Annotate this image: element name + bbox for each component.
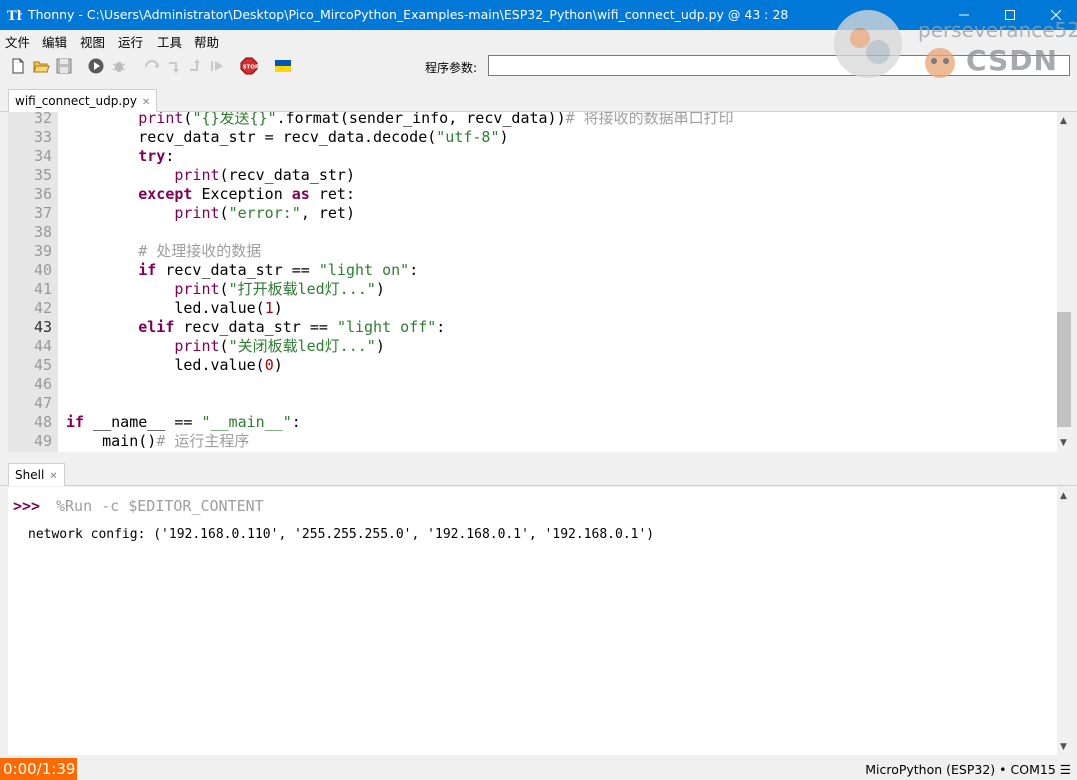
line-number: 48: [33, 413, 52, 431]
scroll-down-icon[interactable]: ▼: [1060, 742, 1067, 752]
minimize-button[interactable]: [941, 0, 987, 30]
tab-shell[interactable]: Shell ✕: [8, 463, 65, 486]
menu-view[interactable]: 视图: [80, 32, 105, 51]
line-number: 40: [33, 261, 52, 279]
minimize-icon: [959, 14, 969, 16]
maximize-icon: [1005, 10, 1015, 20]
code-line: if recv_data_str == "light on":: [138, 261, 419, 279]
program-args-label: 程序参数:: [425, 61, 478, 75]
interpreter-status[interactable]: MicroPython (ESP32) • COM15 ☰: [865, 762, 1071, 777]
line-number: 32: [33, 112, 52, 127]
code-line: led.value(0): [66, 356, 283, 374]
menu-run[interactable]: 运行: [118, 32, 143, 51]
port-label[interactable]: COM15: [1011, 762, 1056, 777]
line-number-gutter: 32 33 34 35 36 37 38 39 40 41 42 43 44 4…: [8, 112, 58, 452]
recording-timer: 0:00/1:39: [0, 758, 77, 780]
menu-edit[interactable]: 编辑: [42, 32, 67, 51]
menu-bar: 文件 编辑 视图 运行 工具 帮助: [0, 30, 1077, 50]
code-line: print(recv_data_str): [174, 166, 355, 184]
code-line: main()# 运行主程序: [66, 432, 250, 450]
tab-label: Shell: [15, 468, 45, 482]
window-title: Thonny - C:\Users\Administrator\Desktop\…: [28, 7, 789, 22]
shell-console[interactable]: >>> %Run -c $EDITOR_CONTENT network conf…: [8, 487, 1057, 755]
code-line: led.value(1): [66, 299, 283, 317]
hamburger-menu-icon[interactable]: ☰: [1060, 762, 1071, 777]
line-number: 44: [33, 337, 52, 355]
menu-file[interactable]: 文件: [5, 32, 30, 51]
line-number: 47: [33, 394, 52, 412]
menu-tools[interactable]: 工具: [157, 32, 182, 51]
program-args-input[interactable]: [488, 55, 1070, 76]
code-editor[interactable]: 32 33 34 35 36 37 38 39 40 41 42 43 44 4…: [8, 112, 1057, 452]
scroll-up-icon[interactable]: ▲: [1060, 116, 1067, 126]
code-line: elif recv_data_str == "light off":: [138, 318, 446, 336]
tab-wifi-connect-udp[interactable]: wifi_connect_udp.py ✕: [8, 89, 158, 112]
code-line: # 处理接收的数据: [138, 242, 262, 260]
code-line: try:: [138, 147, 175, 165]
tab-close-icon[interactable]: ✕: [142, 97, 150, 108]
run-icon[interactable]: [87, 57, 105, 75]
line-number: 42: [33, 299, 52, 317]
line-number: 33: [33, 128, 52, 146]
step-over-icon[interactable]: [143, 57, 161, 75]
code-line: print("打开板载led灯..."): [174, 280, 385, 298]
save-icon[interactable]: [55, 57, 73, 75]
debug-icon[interactable]: [110, 57, 128, 75]
status-bar: 0:00/1:39 MicroPython (ESP32) • COM15 ☰: [0, 758, 1077, 780]
code-line: except Exception as ret:: [138, 185, 355, 203]
tab-close-icon[interactable]: ✕: [49, 471, 57, 482]
editor-scrollbar-thumb[interactable]: [1057, 312, 1071, 427]
shell-command: %Run -c $EDITOR_CONTENT: [56, 497, 264, 515]
line-number: 46: [33, 375, 52, 393]
line-number: 39: [33, 242, 52, 260]
interpreter-label[interactable]: MicroPython (ESP32): [865, 762, 995, 777]
status-separator: •: [999, 762, 1007, 777]
thonny-app-icon: Th: [6, 7, 22, 23]
line-number: 45: [33, 356, 52, 374]
shell-tab-strip: Shell ✕: [0, 458, 1077, 486]
line-number: 49: [33, 432, 52, 450]
close-icon: [1051, 10, 1061, 20]
step-into-icon[interactable]: [166, 57, 184, 75]
line-number: 35: [33, 166, 52, 184]
svg-text:STOP: STOP: [243, 65, 258, 71]
new-file-icon[interactable]: [9, 57, 27, 75]
close-button[interactable]: [1033, 0, 1077, 30]
code-line: print("{}发送{}".format(sender_info, recv_…: [138, 112, 734, 127]
title-bar[interactable]: Th Thonny - C:\Users\Administrator\Deskt…: [0, 0, 1077, 30]
scroll-up-icon[interactable]: ▲: [1060, 491, 1067, 501]
line-number: 41: [33, 280, 52, 298]
menu-help[interactable]: 帮助: [194, 32, 219, 51]
toolbar: STOP 程序参数:: [0, 50, 1077, 84]
stop-icon[interactable]: STOP: [240, 57, 258, 75]
code-line: if __name__ == "__main__":: [66, 413, 301, 431]
svg-text:Th: Th: [7, 9, 22, 23]
ukraine-flag-icon[interactable]: [274, 57, 292, 75]
editor-tab-strip: wifi_connect_udp.py ✕: [0, 84, 1077, 112]
open-file-icon[interactable]: [32, 57, 50, 75]
tab-label: wifi_connect_udp.py: [15, 94, 137, 108]
resume-icon[interactable]: [208, 57, 226, 75]
shell-scrollbar[interactable]: [1057, 487, 1071, 755]
line-number: 36: [33, 185, 52, 203]
line-number: 38: [33, 223, 52, 241]
step-out-icon[interactable]: [187, 57, 205, 75]
shell-output: network config: ('192.168.0.110', '255.2…: [28, 527, 655, 542]
shell-prompt: >>>: [13, 497, 41, 515]
line-number: 34: [33, 147, 52, 165]
line-number-current: 43: [33, 318, 52, 336]
scroll-down-icon[interactable]: ▼: [1060, 438, 1067, 448]
code-line: print("关闭板载led灯..."): [174, 337, 385, 355]
line-number: 37: [33, 204, 52, 222]
maximize-button[interactable]: [987, 0, 1033, 30]
code-line: recv_data_str = recv_data.decode("utf-8"…: [66, 128, 509, 146]
code-line: print("error:", ret): [174, 204, 355, 222]
